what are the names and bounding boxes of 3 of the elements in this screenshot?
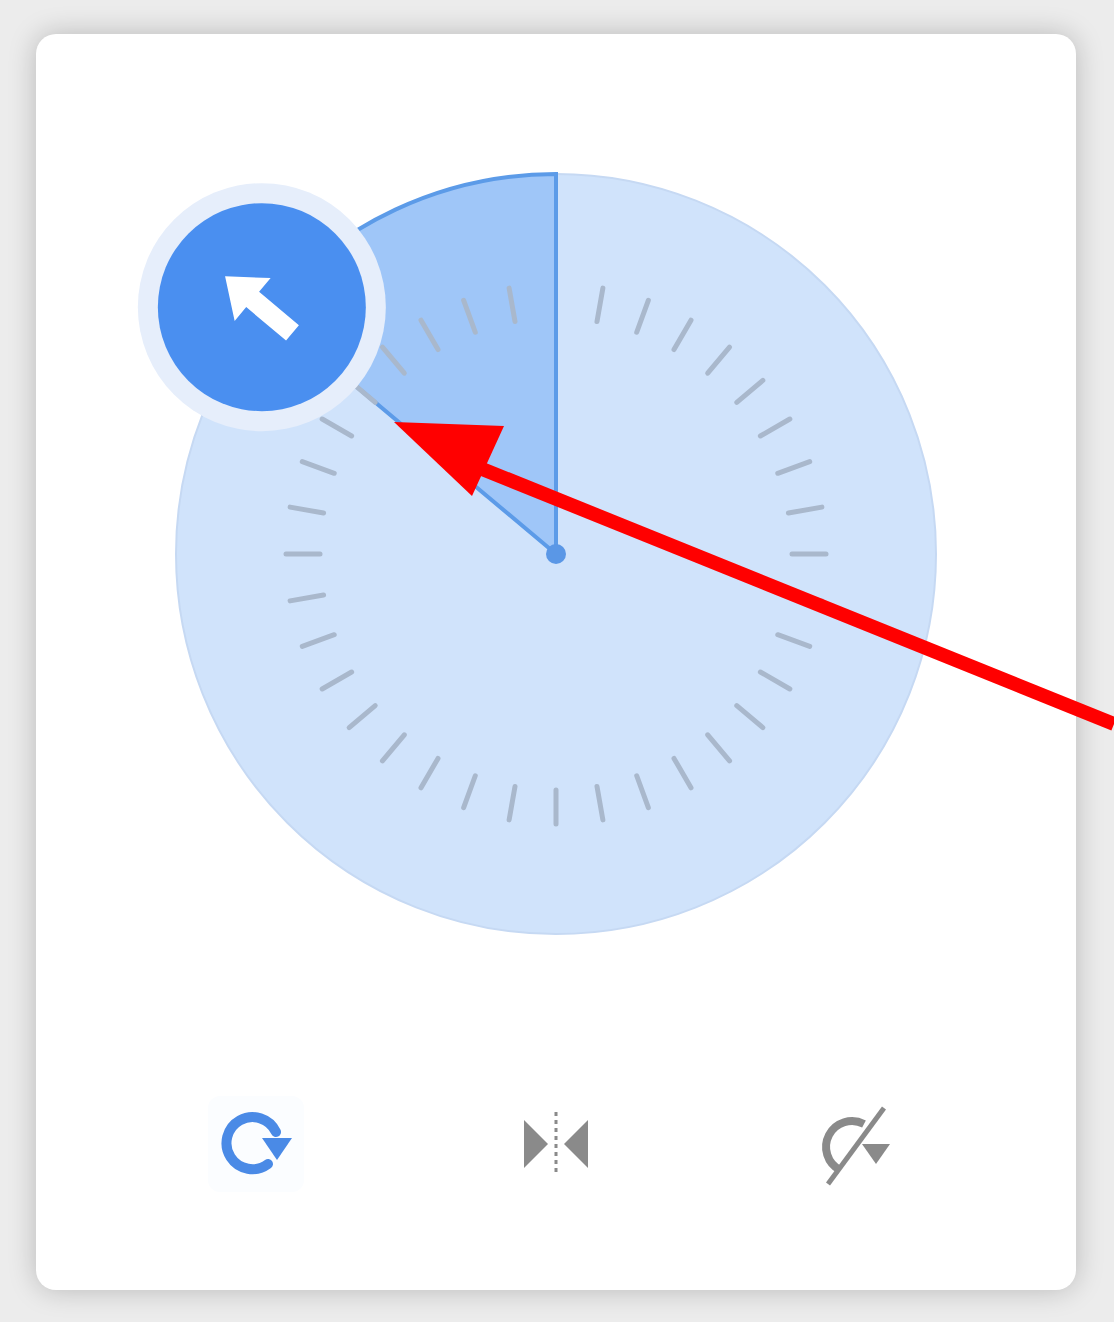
- rotate-handle[interactable]: [137, 183, 386, 432]
- rotate-button[interactable]: [208, 1096, 304, 1192]
- rotation-dial[interactable]: [175, 172, 937, 935]
